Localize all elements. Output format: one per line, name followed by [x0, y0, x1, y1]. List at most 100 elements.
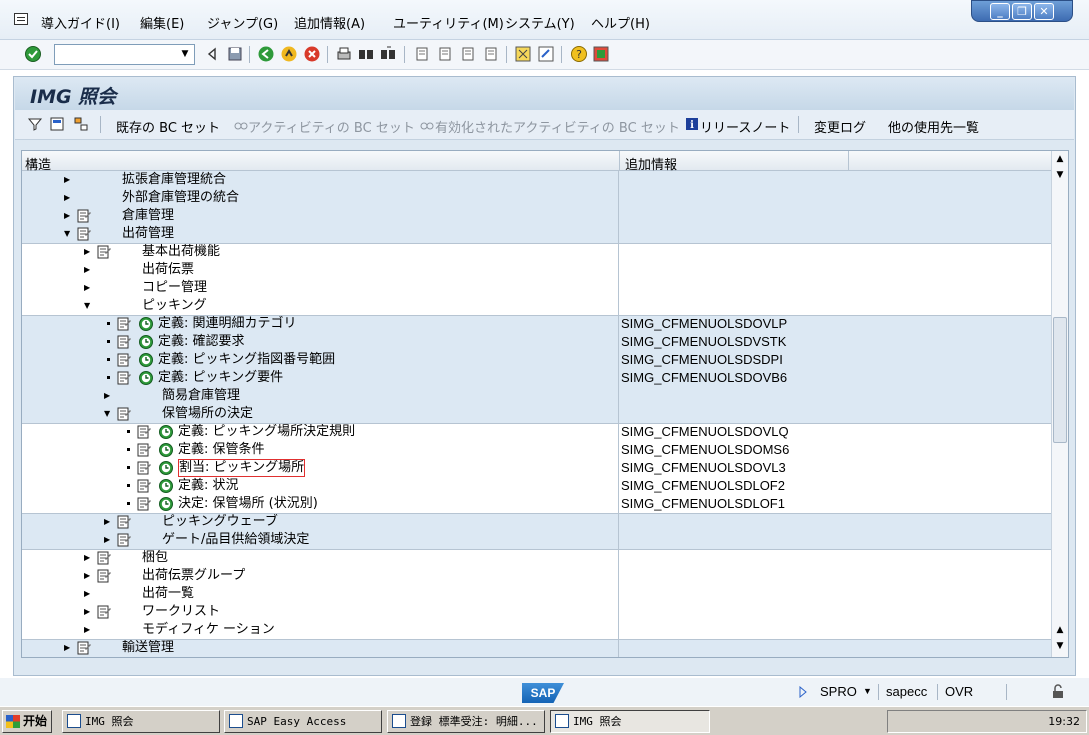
- documentation-icon[interactable]: [116, 370, 132, 386]
- taskbar-item[interactable]: IMG 照会: [62, 710, 220, 733]
- menu-guide[interactable]: 導入ガイド(I): [41, 13, 120, 32]
- scroll-down-icon[interactable]: ▼: [1055, 169, 1065, 181]
- clock[interactable]: 19:32: [1048, 711, 1080, 732]
- expand-node-icon[interactable]: ▶: [104, 535, 112, 545]
- print-icon[interactable]: [335, 45, 353, 63]
- filter-icon[interactable]: [27, 116, 43, 132]
- tree-node-label[interactable]: 出荷管理: [122, 225, 174, 243]
- tree-activity-row[interactable]: 定義: 保管条件 SIMG_CFMENUOLSDOMS6: [22, 441, 1052, 459]
- scrollbar-thumb[interactable]: [1053, 317, 1067, 443]
- tree-node-label[interactable]: 拡張倉庫管理統合: [122, 171, 226, 189]
- menu-edit[interactable]: 編集(E): [140, 13, 184, 32]
- chevron-down-icon[interactable]: ▼: [176, 45, 194, 64]
- tree-node-row[interactable]: ▼ 保管場所の決定: [22, 405, 1052, 423]
- back-icon[interactable]: [257, 45, 275, 63]
- tree-icon[interactable]: [73, 116, 89, 132]
- collapse-node-icon[interactable]: ▼: [104, 409, 112, 419]
- expand-node-icon[interactable]: ▶: [104, 391, 112, 401]
- tree-node-row[interactable]: ▶ 外部倉庫管理の統合: [22, 189, 1052, 207]
- tree-node-row[interactable]: ▶ 倉庫管理: [22, 207, 1052, 225]
- find-next-icon[interactable]: [379, 45, 397, 63]
- back-arrow-icon[interactable]: [204, 45, 222, 63]
- next-page-icon[interactable]: [459, 45, 477, 63]
- documentation-icon[interactable]: [136, 496, 152, 512]
- tree-activity-row[interactable]: 定義: 関連明細カテゴリ SIMG_CFMENUOLSDOVLP: [22, 315, 1052, 333]
- menu-goto[interactable]: ジャンプ(G): [207, 13, 278, 32]
- tree-node-row[interactable]: ▶ ピッキングウェーブ: [22, 513, 1052, 531]
- execute-activity-icon[interactable]: [138, 352, 154, 368]
- exit-icon[interactable]: [280, 45, 298, 63]
- expand-node-icon[interactable]: ▶: [84, 247, 92, 257]
- tree-node-label[interactable]: 簡易倉庫管理: [162, 387, 240, 405]
- menu-extras[interactable]: 追加情報(A): [294, 13, 365, 32]
- tree-node-row[interactable]: ▼ ピッキング: [22, 297, 1052, 315]
- tree-node-label[interactable]: 定義: ピッキング場所決定規則: [178, 423, 355, 441]
- tree-node-row[interactable]: ▶ 基本出荷機能: [22, 243, 1052, 261]
- tree-node-row[interactable]: ▶ 出荷伝票グループ: [22, 567, 1052, 585]
- menu-system[interactable]: システム(Y): [505, 13, 575, 32]
- tree-activity-row[interactable]: 定義: ピッキング要件 SIMG_CFMENUOLSDOVB6: [22, 369, 1052, 387]
- start-button[interactable]: 开始: [2, 710, 52, 733]
- restore-button[interactable]: ❐: [1012, 3, 1032, 20]
- documentation-icon[interactable]: [76, 208, 92, 224]
- last-page-icon[interactable]: [482, 45, 500, 63]
- chevron-down-icon[interactable]: ▼: [863, 686, 872, 696]
- execute-activity-icon[interactable]: [158, 424, 174, 440]
- expand-node-icon[interactable]: ▶: [64, 175, 72, 185]
- new-session-icon[interactable]: [514, 45, 532, 63]
- collapse-node-icon[interactable]: ▼: [64, 229, 72, 239]
- existing-bc-sets-button[interactable]: 既存の BC セット: [116, 117, 220, 136]
- tree-node-label[interactable]: 定義: ピッキング指図番号範囲: [158, 351, 335, 369]
- documentation-icon[interactable]: [116, 352, 132, 368]
- scroll-up-icon[interactable]: ▲: [1055, 153, 1065, 165]
- column-divider[interactable]: [619, 151, 620, 171]
- vertical-scrollbar[interactable]: ▲ ▼ ▲ ▼: [1051, 151, 1068, 657]
- expand-node-icon[interactable]: ▶: [84, 589, 92, 599]
- tree-node-row[interactable]: ▶ 簡易倉庫管理: [22, 387, 1052, 405]
- taskbar-item[interactable]: 登録 標準受注: 明細...: [387, 710, 545, 733]
- execute-activity-icon[interactable]: [158, 442, 174, 458]
- documentation-icon[interactable]: [136, 478, 152, 494]
- documentation-icon[interactable]: [76, 226, 92, 242]
- command-field[interactable]: ▼: [54, 44, 195, 65]
- tree-node-label[interactable]: ゲート/品目供給領域決定: [162, 531, 309, 549]
- tree-node-label[interactable]: 倉庫管理: [122, 207, 174, 225]
- execute-activity-icon[interactable]: [138, 316, 154, 332]
- tree-activity-row[interactable]: 定義: 確認要求 SIMG_CFMENUOLSDVSTK: [22, 333, 1052, 351]
- tree-node-row[interactable]: ▶ 出荷一覧: [22, 585, 1052, 603]
- documentation-icon[interactable]: [76, 640, 92, 656]
- tree-node-label[interactable]: 基本出荷機能: [142, 243, 220, 261]
- documentation-icon[interactable]: [96, 604, 112, 620]
- activity-bc-sets-button[interactable]: アクティビティの BC セット: [248, 117, 415, 136]
- tree-node-row[interactable]: ▶ コピー管理: [22, 279, 1052, 297]
- lock-icon[interactable]: [1050, 684, 1066, 700]
- tree-node-row[interactable]: ▶ 出荷伝票: [22, 261, 1052, 279]
- tree-node-label[interactable]: 輸送管理: [122, 639, 174, 657]
- activated-bc-sets-button[interactable]: 有効化されたアクティビティの BC セット: [435, 117, 680, 136]
- execute-activity-icon[interactable]: [158, 478, 174, 494]
- tree-activity-row[interactable]: 決定: 保管場所 (状況別) SIMG_CFMENUOLSDLOF1: [22, 495, 1052, 513]
- tree-node-row[interactable]: ▶ 輸送管理: [22, 639, 1052, 657]
- help-icon[interactable]: ?: [570, 45, 588, 63]
- tree-activity-row[interactable]: 定義: ピッキング場所決定規則 SIMG_CFMENUOLSDOVLQ: [22, 423, 1052, 441]
- release-notes-button[interactable]: リリースノート: [700, 117, 790, 136]
- execute-activity-icon[interactable]: [158, 460, 174, 476]
- close-window-button[interactable]: ✕: [1034, 3, 1054, 20]
- execute-activity-icon[interactable]: [138, 334, 154, 350]
- expand-node-icon[interactable]: ▶: [84, 625, 92, 635]
- tree-node-row[interactable]: ▶ 拡張倉庫管理統合: [22, 171, 1052, 189]
- documentation-icon[interactable]: [116, 316, 132, 332]
- enter-icon[interactable]: [24, 45, 42, 63]
- documentation-icon[interactable]: [136, 424, 152, 440]
- documentation-icon[interactable]: [136, 442, 152, 458]
- documentation-icon[interactable]: [116, 334, 132, 350]
- documentation-icon[interactable]: [49, 116, 65, 132]
- tree-node-label[interactable]: 定義: 保管条件: [178, 441, 265, 459]
- collapse-node-icon[interactable]: ▼: [84, 301, 92, 311]
- taskbar-item-active[interactable]: IMG 照会: [550, 710, 710, 733]
- tree-node-row[interactable]: ▶ モディフィケ ーション: [22, 621, 1052, 639]
- tree-node-label[interactable]: 出荷一覧: [142, 585, 194, 603]
- system-menu-icon[interactable]: [14, 13, 28, 25]
- expand-node-icon[interactable]: ▶: [84, 571, 92, 581]
- scroll-up-icon[interactable]: ▲: [1055, 624, 1065, 636]
